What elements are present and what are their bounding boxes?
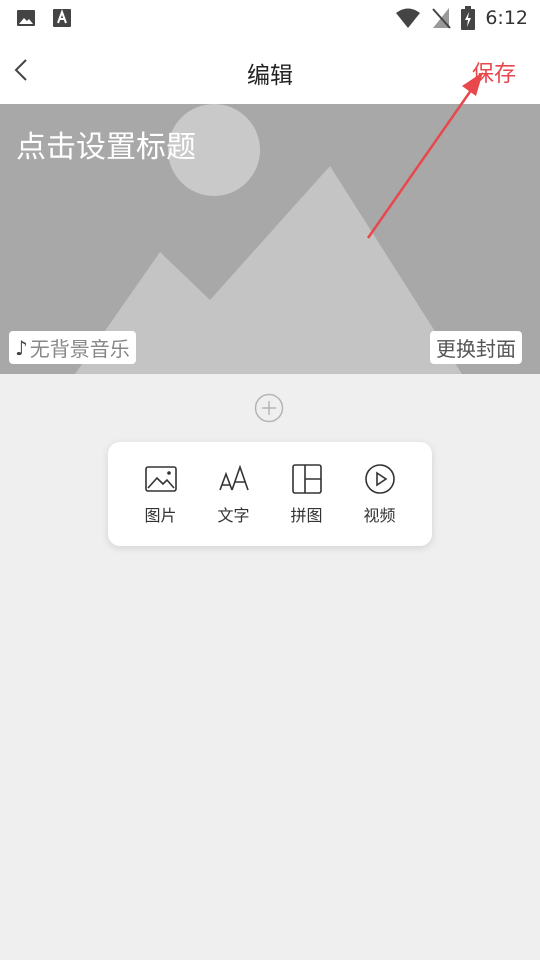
cover-image[interactable]: 点击设置标题 ♪ 无背景音乐 更换封面: [0, 104, 540, 374]
insert-image-label: 图片: [144, 506, 177, 525]
app-bar: 编辑 保存: [0, 36, 540, 104]
insert-text-label: 文字: [217, 506, 250, 525]
add-section-button[interactable]: [254, 393, 284, 423]
collage-icon: [291, 464, 322, 494]
insert-video-button[interactable]: 视频: [350, 462, 410, 526]
insert-collage-button[interactable]: 拼图: [277, 462, 337, 526]
battery-charging-icon: [461, 6, 476, 30]
save-button[interactable]: 保存: [472, 56, 516, 88]
insert-menu: 图片 文字 拼图 视频: [108, 442, 432, 546]
insert-text-button[interactable]: 文字: [204, 462, 264, 526]
change-cover-button[interactable]: 更换封面: [430, 331, 522, 364]
insert-collage-label: 拼图: [290, 506, 323, 525]
insert-video-label: 视频: [363, 506, 396, 525]
background-music-button[interactable]: ♪ 无背景音乐: [9, 331, 136, 364]
status-time: 6:12: [485, 7, 528, 29]
wifi-icon: [396, 8, 421, 28]
page-title: 编辑: [247, 63, 293, 89]
video-icon: [364, 464, 395, 494]
image-icon: [17, 10, 35, 26]
background-music-label: 无背景音乐: [29, 337, 130, 361]
image-icon: [144, 466, 177, 492]
music-note-icon: ♪: [15, 335, 28, 360]
insert-image-button[interactable]: 图片: [131, 462, 191, 526]
status-bar: 6:12: [0, 0, 540, 36]
text-icon: [218, 464, 249, 491]
no-signal-icon: [432, 8, 452, 29]
text-icon: [53, 9, 71, 27]
cover-title-prompt[interactable]: 点击设置标题: [16, 122, 196, 166]
plus-circle-icon: [254, 393, 284, 423]
